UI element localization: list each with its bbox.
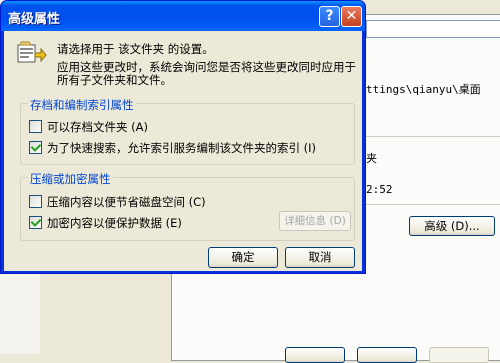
- close-icon[interactable]: ✕: [341, 6, 362, 27]
- intro-text: 请选择用于 该文件夹 的设置。: [57, 42, 214, 56]
- ok-button[interactable]: 确定: [208, 247, 278, 268]
- archive-index-legend: 存档和编制索引属性: [28, 97, 136, 113]
- details-button[interactable]: 详细信息 (D): [279, 211, 351, 231]
- encrypt-label[interactable]: 加密内容以便保护数据 (E): [47, 215, 182, 231]
- archive-index-group: 存档和编制索引属性 可以存档文件夹 (A) 为了快速搜索，允许索引服务编制该文件…: [20, 97, 355, 165]
- encrypt-checkbox[interactable]: [29, 216, 42, 229]
- advanced-button[interactable]: 高级 (D)...: [409, 216, 495, 236]
- compress-encrypt-legend: 压缩或加密属性: [28, 171, 113, 187]
- title-bar[interactable]: 高级属性 ? ✕: [1, 1, 365, 31]
- folder-settings-icon: [17, 41, 47, 63]
- help-icon[interactable]: ?: [319, 6, 340, 27]
- compress-checkbox[interactable]: [29, 195, 42, 208]
- bg-cancel-button[interactable]: [357, 347, 417, 363]
- bg-ok-button[interactable]: [285, 347, 345, 363]
- created-time-value: 2:52: [366, 183, 393, 196]
- advanced-attributes-dialog: 高级属性 ? ✕ 请选择用于 该文件夹 的设置。 应用这些更改时，系统会询问您是…: [0, 0, 366, 274]
- dialog-title: 高级属性: [8, 12, 61, 27]
- index-checkbox[interactable]: [29, 141, 42, 154]
- bg-apply-button[interactable]: [429, 347, 489, 363]
- cancel-button[interactable]: 取消: [285, 247, 355, 268]
- archive-label[interactable]: 可以存档文件夹 (A): [47, 119, 148, 135]
- archive-checkbox[interactable]: [29, 120, 42, 133]
- compress-encrypt-group: 压缩或加密属性 压缩内容以便节省磁盘空间 (C) 加密内容以便保护数据 (E) …: [20, 171, 355, 241]
- index-label[interactable]: 为了快速搜索，允许索引服务编制该文件夹的索引 (I): [47, 140, 316, 156]
- contains-value: 夹: [366, 152, 377, 165]
- apply-note-line2: 所有子文件夹和文件。: [57, 73, 172, 87]
- folder-name-field[interactable]: [366, 20, 500, 38]
- dialog-body: 请选择用于 该文件夹 的设置。 应用这些更改时，系统会询问您是否将这些更改同时应…: [4, 31, 362, 271]
- location-value: ttings\qianyu\桌面: [366, 83, 481, 96]
- compress-label[interactable]: 压缩内容以便节省磁盘空间 (C): [47, 194, 206, 210]
